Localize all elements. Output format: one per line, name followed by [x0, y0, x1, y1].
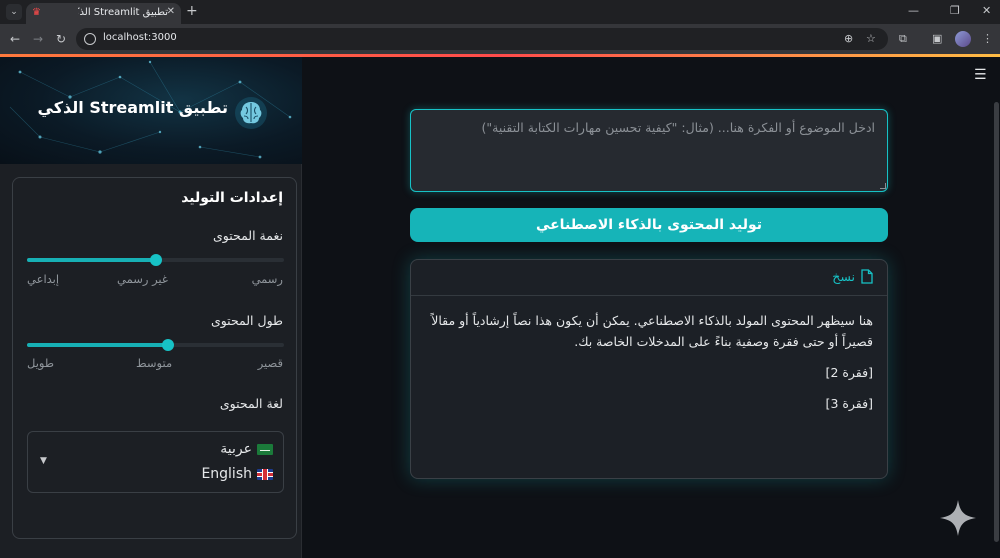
- new-tab-icon[interactable]: +: [186, 3, 198, 19]
- tone-option: غير رسمي: [117, 272, 168, 286]
- browser-tab[interactable]: ♛ تطبيق Streamlit الذكي ✕: [26, 3, 181, 24]
- resize-grip-icon[interactable]: [880, 183, 886, 189]
- reload-icon[interactable]: ↻: [56, 32, 66, 46]
- tone-slider-fill: [27, 258, 156, 262]
- side-panel-icon[interactable]: ▣: [932, 32, 942, 45]
- scrollbar-thumb[interactable]: [994, 102, 999, 542]
- file-icon: [861, 269, 873, 284]
- browser-tab-bar: ⌄ ♛ تطبيق Streamlit الذكي ✕ + — ❐ ✕: [0, 0, 1000, 24]
- length-option: متوسط: [136, 356, 173, 370]
- sparkle-icon: [940, 500, 976, 536]
- restore-icon[interactable]: ❐: [950, 4, 960, 17]
- address-bar: ← → ↻ localhost:3000 ⊕ ☆ ⧉ ▣ ⋮: [0, 24, 1000, 54]
- output-card: نسخ هنا سيظهر المحتوى المولد بالذكاء الا…: [410, 259, 888, 479]
- app-title: تطبيق Streamlit الذكي: [37, 98, 228, 117]
- extensions-icon[interactable]: ⧉: [899, 32, 907, 46]
- forward-icon[interactable]: →: [33, 32, 43, 46]
- tab-close-icon[interactable]: ✕: [167, 6, 175, 17]
- language-option-arabic[interactable]: عربية: [220, 441, 273, 457]
- chevron-down-icon[interactable]: ▼: [40, 456, 47, 466]
- length-slider[interactable]: [27, 339, 284, 351]
- topic-input[interactable]: [410, 109, 888, 192]
- site-info-icon[interactable]: [84, 33, 96, 45]
- generated-content: هنا سيظهر المحتوى المولد بالذكاء الاصطنا…: [423, 310, 873, 424]
- omnibox[interactable]: localhost:3000 ⊕ ☆: [76, 28, 888, 50]
- copy-label: نسخ: [832, 269, 855, 284]
- generate-button[interactable]: توليد المحتوى بالذكاء الاصطناعي: [410, 208, 888, 242]
- tone-option: إبداعي: [27, 272, 60, 286]
- tone-slider-thumb[interactable]: [149, 254, 162, 266]
- bookmark-star-icon[interactable]: ☆: [866, 32, 876, 45]
- sidebar-banner: تطبيق Streamlit الذكي: [0, 57, 302, 164]
- tone-option: رسمي: [251, 272, 283, 286]
- saudi-flag-icon: [257, 443, 273, 455]
- panel-title: إعدادات التوليد: [181, 190, 283, 206]
- length-slider-thumb[interactable]: [162, 339, 175, 351]
- url-text[interactable]: localhost:3000: [103, 32, 177, 43]
- profile-avatar[interactable]: [955, 31, 971, 47]
- length-option: طويل: [27, 356, 55, 370]
- tab-title: تطبيق Streamlit الذكي: [78, 7, 168, 18]
- uk-flag-icon: [257, 468, 273, 480]
- copy-button[interactable]: نسخ: [832, 269, 873, 284]
- chrome-menu-icon[interactable]: ⋮: [982, 32, 993, 45]
- language-label: لغة المحتوى: [219, 396, 283, 411]
- close-window-icon[interactable]: ✕: [982, 4, 991, 17]
- minimize-icon[interactable]: —: [908, 4, 919, 17]
- sidebar: تطبيق Streamlit الذكي إعدادات التوليد نغ…: [0, 57, 302, 558]
- generation-settings-panel: إعدادات التوليد نغمة المحتوى رسمي غير رس…: [12, 177, 297, 539]
- length-option: قصير: [257, 356, 283, 370]
- length-label: طول المحتوى: [210, 313, 283, 328]
- output-paragraph: هنا سيظهر المحتوى المولد بالذكاء الاصطنا…: [431, 313, 873, 349]
- zoom-icon[interactable]: ⊕: [844, 32, 853, 45]
- tone-slider[interactable]: [27, 254, 284, 266]
- tab-search-icon[interactable]: ⌄: [6, 4, 22, 20]
- length-slider-fill: [27, 343, 169, 347]
- hamburger-menu-icon[interactable]: ☰: [974, 67, 987, 83]
- tone-label: نغمة المحتوى: [212, 228, 283, 243]
- back-icon[interactable]: ←: [10, 32, 20, 46]
- brain-icon: [235, 97, 267, 129]
- main-content: ☰ توليد المحتوى بالذكاء الاصطناعي نسخ هن…: [302, 57, 1000, 558]
- output-paragraph: [فقرة 2]: [825, 365, 873, 380]
- output-paragraph: [فقرة 3]: [825, 396, 873, 411]
- streamlit-favicon-icon: ♛: [32, 7, 41, 18]
- language-option-english[interactable]: English: [201, 466, 273, 482]
- output-card-header: نسخ: [411, 260, 887, 296]
- language-select[interactable]: ▼ عربية English: [27, 431, 284, 493]
